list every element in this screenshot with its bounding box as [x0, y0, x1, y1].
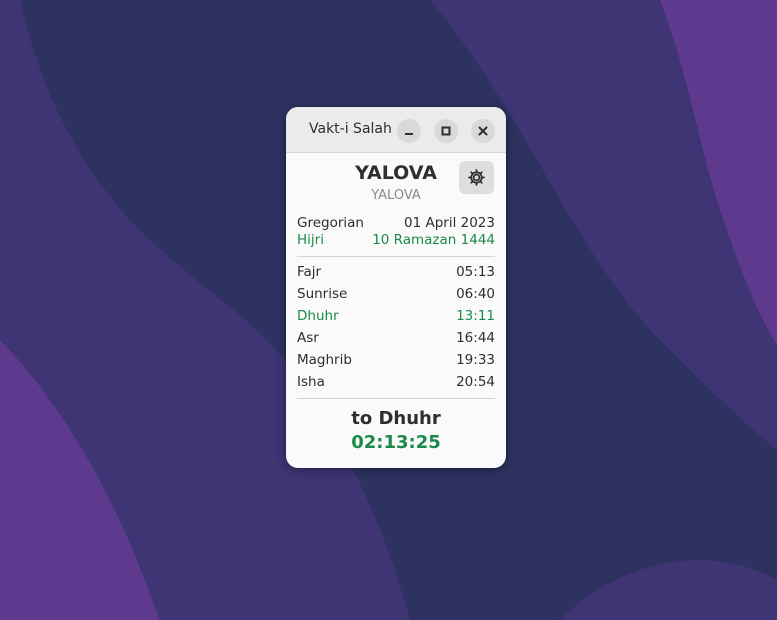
prayer-row-asr: Asr 16:44 — [297, 329, 495, 347]
prayer-name: Maghrib — [297, 352, 352, 368]
gregorian-date: 01 April 2023 — [404, 215, 495, 231]
prayer-name: Dhuhr — [297, 308, 339, 324]
title-bar[interactable]: Vakt-i Salah — [286, 107, 506, 153]
prayer-time: 06:40 — [456, 286, 495, 302]
next-prayer-label: to Dhuhr — [351, 408, 441, 429]
prayer-name: Sunrise — [297, 286, 348, 302]
app-window: Vakt-i Salah YALOVA YALOVA Gregorian 01 … — [286, 107, 506, 468]
hijri-date: 10 Ramazan 1444 — [372, 232, 495, 248]
prayer-row-fajr: Fajr 05:13 — [297, 263, 495, 281]
prayer-row-maghrib: Maghrib 19:33 — [297, 351, 495, 369]
divider — [297, 398, 495, 399]
settings-button[interactable] — [459, 161, 494, 194]
minimize-icon — [405, 133, 413, 135]
close-button[interactable] — [471, 119, 495, 143]
prayer-row-sunrise: Sunrise 06:40 — [297, 285, 495, 303]
gregorian-label: Gregorian — [297, 215, 364, 231]
prayer-name: Fajr — [297, 264, 322, 280]
prayer-time: 19:33 — [456, 352, 495, 368]
close-icon — [478, 126, 488, 136]
hijri-label: Hijri — [297, 232, 324, 248]
prayer-time: 05:13 — [456, 264, 495, 280]
gregorian-row: Gregorian 01 April 2023 — [297, 214, 495, 232]
prayer-name: Asr — [297, 330, 319, 346]
divider — [297, 256, 495, 257]
prayer-row-dhuhr: Dhuhr 13:11 — [297, 307, 495, 325]
prayer-row-isha: Isha 20:54 — [297, 373, 495, 391]
prayer-time: 16:44 — [456, 330, 495, 346]
maximize-icon — [441, 126, 451, 136]
prayer-time: 13:11 — [456, 308, 495, 324]
hijri-row: Hijri 10 Ramazan 1444 — [297, 231, 495, 249]
desktop-wallpaper: Vakt-i Salah YALOVA YALOVA Gregorian 01 … — [0, 0, 777, 620]
prayer-name: Isha — [297, 374, 325, 390]
window-title: Vakt-i Salah — [309, 121, 392, 137]
prayer-time: 20:54 — [456, 374, 495, 390]
countdown-timer: 02:13:25 — [351, 432, 441, 453]
gear-icon — [468, 169, 485, 186]
minimize-button[interactable] — [397, 119, 421, 143]
maximize-button[interactable] — [434, 119, 458, 143]
